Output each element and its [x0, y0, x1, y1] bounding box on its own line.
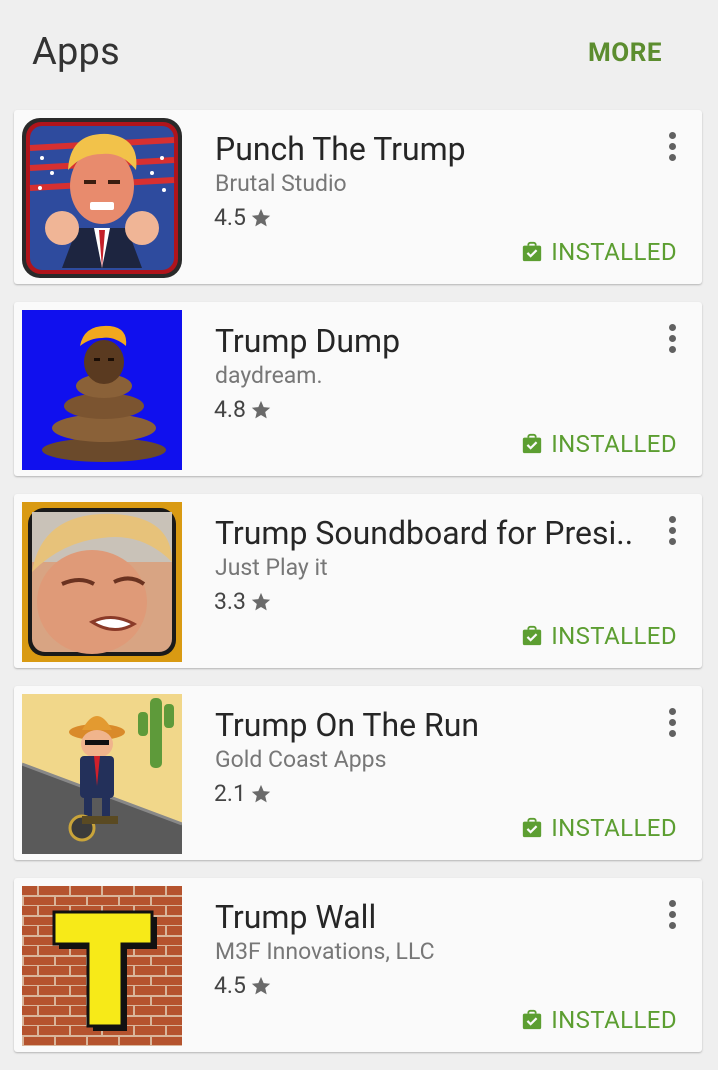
- app-title: Trump Dump: [215, 322, 401, 360]
- star-icon: [251, 976, 271, 994]
- installed-label: INSTALLED: [551, 814, 677, 842]
- shopping-bag-check-icon: [523, 241, 542, 262]
- shopping-bag-check-icon: [523, 433, 542, 454]
- overflow-menu-icon[interactable]: [660, 132, 684, 166]
- app-rating: 4.5: [214, 972, 272, 999]
- star-icon: [251, 592, 271, 610]
- app-title: Punch The Trump: [215, 130, 466, 168]
- installed-badge: INSTALLED: [521, 1006, 677, 1034]
- trump-soundboard-app-icon: [22, 502, 182, 662]
- rating-value: 3.3: [214, 588, 246, 615]
- rating-value: 4.5: [214, 204, 246, 231]
- overflow-menu-icon[interactable]: [660, 708, 684, 742]
- app-title: Trump Wall: [215, 898, 377, 936]
- app-card[interactable]: Trump Wall M3F Innovations, LLC 4.5 INST…: [14, 878, 702, 1052]
- installed-label: INSTALLED: [551, 430, 677, 458]
- developer-name: M3F Innovations, LLC: [215, 938, 435, 965]
- trump-wall-app-icon: [22, 886, 182, 1046]
- app-title: Trump Soundboard for Presi..: [215, 514, 634, 552]
- shopping-bag-check-icon: [523, 817, 542, 838]
- rating-value: 4.5: [214, 972, 246, 999]
- overflow-menu-icon[interactable]: [660, 900, 684, 934]
- section-header: Apps MORE: [0, 0, 718, 108]
- more-button[interactable]: MORE: [588, 38, 662, 68]
- app-title: Trump On The Run: [215, 706, 480, 744]
- section-title: Apps: [32, 30, 120, 74]
- shopping-bag-check-icon: [523, 625, 542, 646]
- overflow-menu-icon[interactable]: [660, 324, 684, 358]
- app-rating: 2.1: [214, 780, 272, 807]
- rating-value: 4.8: [214, 396, 246, 423]
- star-icon: [251, 784, 271, 802]
- punch-the-trump-app-icon: [22, 118, 182, 278]
- shopping-bag-check-icon: [523, 1009, 542, 1030]
- installed-badge: INSTALLED: [521, 814, 677, 842]
- developer-name: Just Play it: [215, 554, 328, 581]
- star-icon: [251, 400, 271, 418]
- installed-label: INSTALLED: [551, 1006, 677, 1034]
- app-rating: 4.8: [214, 396, 272, 423]
- star-icon: [251, 208, 271, 226]
- installed-label: INSTALLED: [551, 622, 677, 650]
- installed-badge: INSTALLED: [521, 622, 677, 650]
- trump-dump-app-icon: [22, 310, 182, 470]
- app-card[interactable]: Trump On The Run Gold Coast Apps 2.1 INS…: [14, 686, 702, 860]
- installed-label: INSTALLED: [551, 238, 677, 266]
- app-card[interactable]: Trump Dump daydream. 4.8 INSTALLED: [14, 302, 702, 476]
- developer-name: Gold Coast Apps: [215, 746, 387, 773]
- app-card[interactable]: Trump Soundboard for Presi.. Just Play i…: [14, 494, 702, 668]
- developer-name: Brutal Studio: [215, 170, 347, 197]
- app-rating: 3.3: [214, 588, 272, 615]
- installed-badge: INSTALLED: [521, 238, 677, 266]
- installed-badge: INSTALLED: [521, 430, 677, 458]
- rating-value: 2.1: [214, 780, 246, 807]
- developer-name: daydream.: [215, 362, 323, 389]
- app-card[interactable]: Punch The Trump Brutal Studio 4.5 INSTAL…: [14, 110, 702, 284]
- trump-on-the-run-app-icon: [22, 694, 182, 854]
- overflow-menu-icon[interactable]: [660, 516, 684, 550]
- app-rating: 4.5: [214, 204, 272, 231]
